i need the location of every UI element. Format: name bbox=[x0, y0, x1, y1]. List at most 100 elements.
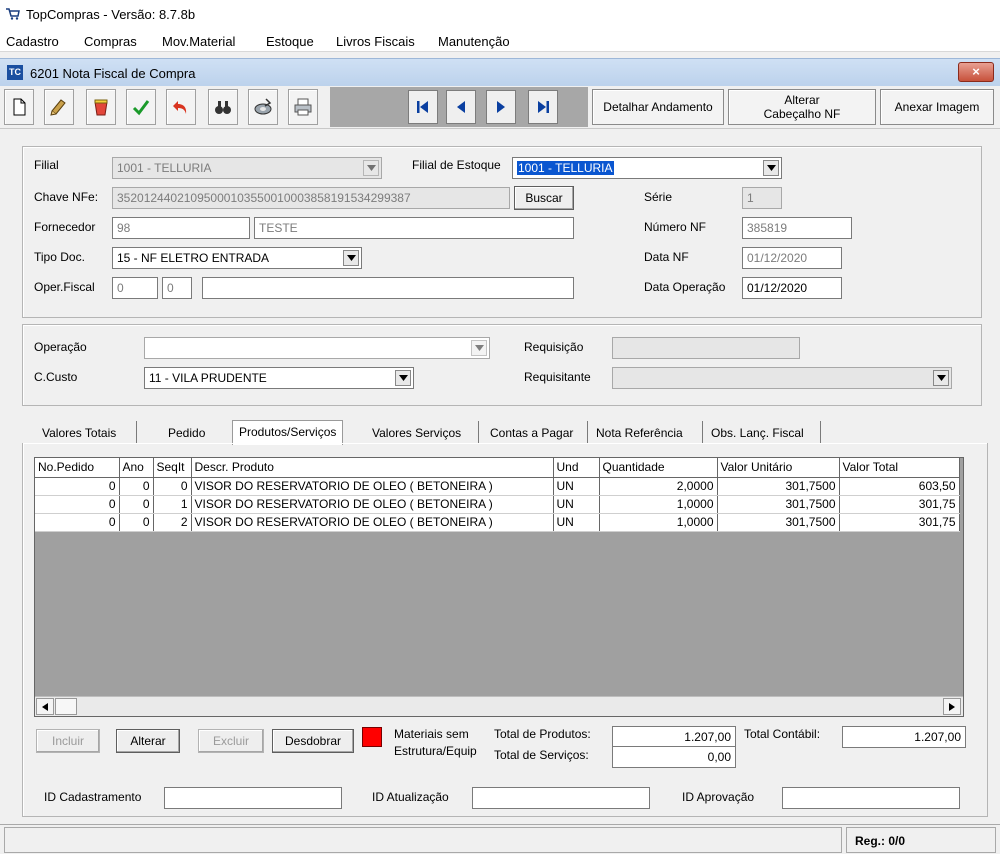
id-aprovacao-field[interactable] bbox=[782, 787, 960, 809]
grid-cell: 1 bbox=[153, 495, 192, 514]
search-button[interactable] bbox=[208, 89, 238, 125]
id-cadastramento-field[interactable] bbox=[164, 787, 342, 809]
next-record-button[interactable] bbox=[486, 90, 516, 124]
grid-cell: 1,0000 bbox=[599, 513, 718, 532]
previous-record-button[interactable] bbox=[446, 90, 476, 124]
menu-cadastro[interactable]: Cadastro bbox=[6, 34, 59, 49]
menu-compras[interactable]: Compras bbox=[84, 34, 137, 49]
new-document-button[interactable] bbox=[4, 89, 34, 125]
total-produtos-label: Total de Produtos: bbox=[494, 727, 591, 741]
scroll-right-icon bbox=[949, 702, 955, 711]
data-nf-field[interactable]: 01/12/2020 bbox=[742, 247, 842, 269]
requisitante-select[interactable] bbox=[612, 367, 952, 389]
status-bar: Reg.: 0/0 bbox=[0, 824, 1000, 854]
numero-nf-field[interactable]: 385819 bbox=[742, 217, 852, 239]
app-title: TopCompras - Versão: 8.7.8b bbox=[26, 7, 196, 22]
search-binoculars-icon bbox=[215, 101, 231, 114]
buscar-button[interactable]: Buscar bbox=[514, 186, 574, 210]
desdobrar-button[interactable]: Desdobrar bbox=[272, 729, 354, 753]
menu-manutencao[interactable]: Manutenção bbox=[438, 34, 510, 49]
scroll-left-button[interactable] bbox=[36, 698, 54, 715]
edit-icon bbox=[50, 99, 66, 116]
grid-cell: 0 bbox=[35, 477, 120, 496]
last-record-button[interactable] bbox=[528, 90, 558, 124]
grid-body: 0 0 0 VISOR DO RESERVATORIO DE OLEO ( BETON… bbox=[35, 477, 960, 532]
operacao-select[interactable] bbox=[144, 337, 490, 359]
filial-select[interactable]: 1001 - TELLURIA bbox=[112, 157, 382, 179]
print-icon bbox=[294, 98, 312, 116]
tab-produtos-servicos[interactable]: Produtos/Serviços bbox=[232, 420, 344, 445]
table-row[interactable]: 0 0 2 VISOR DO RESERVATORIO DE OLEO ( BETON… bbox=[35, 513, 960, 532]
detalhar-andamento-button[interactable]: Detalhar Andamento bbox=[592, 89, 724, 125]
fornecedor-code-field[interactable]: 98 bbox=[112, 217, 250, 239]
edit-button[interactable] bbox=[44, 89, 74, 125]
excluir-button[interactable]: Excluir bbox=[198, 729, 264, 753]
tab-valores-totais[interactable]: Valores Totais bbox=[36, 423, 122, 445]
col-quantidade[interactable]: Quantidade bbox=[599, 458, 718, 478]
alterar-label-line2: Cabeçalho NF bbox=[763, 107, 841, 121]
export-button[interactable] bbox=[248, 89, 278, 125]
window-title-bar: TC 6201 Nota Fiscal de Compra × bbox=[0, 58, 1000, 86]
oper-fiscal-a-field[interactable]: 0 bbox=[112, 277, 158, 299]
next-record-icon bbox=[497, 101, 505, 113]
id-atualizacao-field[interactable] bbox=[472, 787, 650, 809]
col-und[interactable]: Und bbox=[553, 458, 600, 478]
grid-cell: VISOR DO RESERVATORIO DE OLEO ( BETONEIR… bbox=[191, 477, 554, 496]
serie-field[interactable]: 1 bbox=[742, 187, 782, 209]
col-no-pedido[interactable]: No.Pedido bbox=[35, 458, 120, 478]
grid-cell: 301,7500 bbox=[717, 477, 840, 496]
alterar-cabecalho-button[interactable]: Alterar Cabeçalho NF bbox=[728, 89, 876, 125]
incluir-button[interactable]: Incluir bbox=[36, 729, 100, 753]
alterar-button[interactable]: Alterar bbox=[116, 729, 180, 753]
filial-estoque-select[interactable]: 1001 - TELLURIA bbox=[512, 157, 782, 179]
requisicao-label: Requisição bbox=[524, 340, 584, 354]
clear-button[interactable] bbox=[86, 89, 116, 125]
grid-cell: 301,7500 bbox=[717, 513, 840, 532]
tipo-doc-label: Tipo Doc. bbox=[34, 250, 85, 264]
id-atualizacao-label: ID Atualização bbox=[372, 790, 449, 804]
grid-cell: 603,50 bbox=[839, 477, 960, 496]
ccusto-select[interactable]: 11 - VILA PRUDENTE bbox=[144, 367, 414, 389]
chave-nfe-field[interactable]: 3520124402109500010355001000385819153429… bbox=[112, 187, 510, 209]
chevron-down-icon bbox=[471, 340, 487, 356]
oper-fiscal-desc-field[interactable] bbox=[202, 277, 574, 299]
tab-obs-lanc-fiscal[interactable]: Obs. Lanç. Fiscal bbox=[705, 423, 810, 445]
menu-mov-material[interactable]: Mov.Material bbox=[162, 34, 235, 49]
grid-cell: 0 bbox=[153, 477, 192, 496]
last-record-icon bbox=[538, 101, 549, 113]
confirm-icon bbox=[132, 100, 150, 116]
confirm-button[interactable] bbox=[126, 89, 156, 125]
tab-valores-servicos[interactable]: Valores Serviços bbox=[366, 423, 467, 445]
tab-pedido[interactable]: Pedido bbox=[162, 423, 211, 445]
col-ano[interactable]: Ano bbox=[119, 458, 154, 478]
table-row[interactable]: 0 0 0 VISOR DO RESERVATORIO DE OLEO ( BETON… bbox=[35, 477, 960, 496]
col-seqit[interactable]: SeqIt bbox=[153, 458, 192, 478]
tipo-doc-select[interactable]: 15 - NF ELETRO ENTRADA bbox=[112, 247, 362, 269]
total-contabil-field: 1.207,00 bbox=[842, 726, 966, 748]
id-cadastramento-label: ID Cadastramento bbox=[44, 790, 142, 804]
col-descr-produto[interactable]: Descr. Produto bbox=[191, 458, 554, 478]
oper-fiscal-b-field[interactable]: 0 bbox=[162, 277, 192, 299]
grid-cell: VISOR DO RESERVATORIO DE OLEO ( BETONEIR… bbox=[191, 513, 554, 532]
export-disk-icon bbox=[254, 98, 272, 115]
scroll-thumb[interactable] bbox=[55, 698, 77, 715]
col-valor-total[interactable]: Valor Total bbox=[839, 458, 960, 478]
requisicao-field[interactable] bbox=[612, 337, 800, 359]
menu-livros-fiscais[interactable]: Livros Fiscais bbox=[336, 34, 415, 49]
undo-button[interactable] bbox=[166, 89, 196, 125]
data-operacao-field[interactable]: 01/12/2020 bbox=[742, 277, 842, 299]
products-grid[interactable]: No.Pedido Ano SeqIt Descr. Produto Und Q… bbox=[34, 457, 964, 717]
close-button[interactable]: × bbox=[958, 62, 994, 82]
scroll-right-button[interactable] bbox=[943, 698, 961, 715]
horizontal-scrollbar[interactable] bbox=[35, 696, 963, 716]
print-button[interactable] bbox=[288, 89, 318, 125]
anexar-imagem-button[interactable]: Anexar Imagem bbox=[880, 89, 994, 125]
menu-estoque[interactable]: Estoque bbox=[266, 34, 314, 49]
products-table: No.Pedido Ano SeqIt Descr. Produto Und Q… bbox=[35, 458, 960, 532]
tab-contas-a-pagar[interactable]: Contas a Pagar bbox=[484, 423, 579, 445]
col-valor-unitario[interactable]: Valor Unitário bbox=[717, 458, 840, 478]
tab-nota-referencia[interactable]: Nota Referência bbox=[590, 423, 689, 445]
table-row[interactable]: 0 0 1 VISOR DO RESERVATORIO DE OLEO ( BETON… bbox=[35, 495, 960, 514]
first-record-button[interactable] bbox=[408, 90, 438, 124]
fornecedor-name-field[interactable]: TESTE bbox=[254, 217, 574, 239]
